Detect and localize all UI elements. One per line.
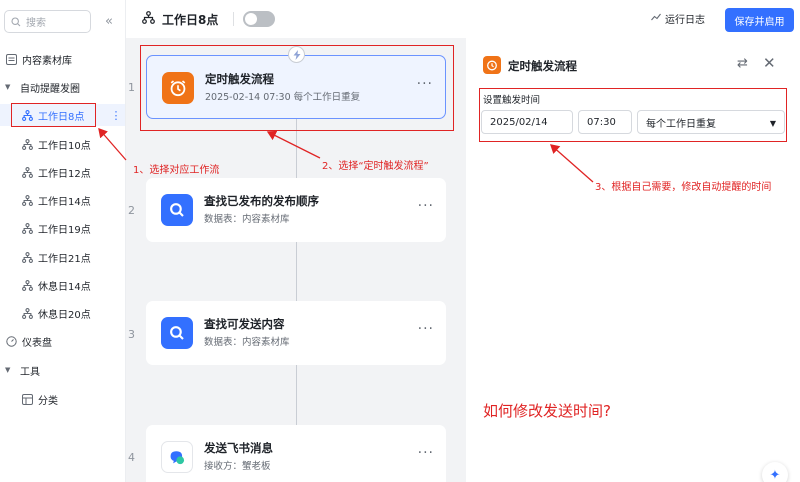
workflow-icon — [21, 222, 33, 234]
sidebar-item-label: 休息日20点 — [38, 309, 91, 321]
step-title: 查找已发布的发布顺序 — [204, 194, 319, 208]
time-field[interactable]: 07:30 — [578, 110, 632, 134]
swap-icon[interactable]: ⇄ — [737, 56, 748, 71]
chevron-down-icon: ▼ — [769, 119, 776, 128]
sidebar-item-dashboard[interactable]: 仪表盘 — [0, 330, 125, 352]
sidebar-item-flow[interactable]: 工作日19点 — [0, 217, 125, 239]
connector-line — [296, 118, 297, 478]
enable-toggle[interactable] — [243, 11, 275, 27]
dashboard-icon — [5, 335, 17, 347]
date-field[interactable]: 2025/02/14 — [481, 110, 573, 134]
workflow-step-card[interactable]: 查找可发送内容 数据表：内容素材库 ··· — [146, 301, 446, 365]
sidebar-item-label: 分类 — [38, 395, 58, 407]
step-number: 4 — [128, 451, 135, 464]
workflow-icon — [21, 194, 33, 206]
sidebar-group-tools[interactable]: ▼ 工具 — [0, 359, 125, 381]
sidebar-item-flow[interactable]: 工作日14点 — [0, 189, 125, 211]
search-icon — [161, 317, 193, 349]
search-icon — [161, 194, 193, 226]
sidebar-item-label: 休息日14点 — [38, 281, 91, 293]
repeat-select[interactable]: 每个工作日重复 ▼ — [637, 110, 785, 134]
highlight-box-active-flow — [11, 103, 96, 127]
workflow-icon — [21, 307, 33, 319]
header: 工作日8点 运行日志 保存并启用 — [126, 0, 800, 38]
step-subtitle: 接收方：蟹老板 — [204, 461, 271, 472]
time-value: 07:30 — [587, 116, 616, 128]
sidebar-item-flow[interactable]: 工作日10点 — [0, 133, 125, 155]
annotation-step1: 1、选择对应工作流 — [133, 165, 220, 176]
caret-down-icon: ▼ — [5, 366, 11, 374]
feishu-message-icon — [161, 441, 193, 473]
sidebar-item-label: 工作日10点 — [38, 140, 91, 152]
step-number: 3 — [128, 328, 135, 341]
sidebar-item-flow[interactable]: 休息日14点 — [0, 274, 125, 296]
sidebar: 搜索 « 内容素材库 ▼ 自动提醒发圈 工作日8点 工作日10点 工作日12点 工作日… — [0, 0, 126, 482]
divider — [233, 12, 234, 26]
annotation-question: 如何修改发送时间? — [483, 402, 611, 420]
ai-assistant-icon[interactable]: ✦ — [762, 462, 788, 482]
repeat-value: 每个工作日重复 — [646, 118, 716, 130]
page-title: 工作日8点 — [162, 13, 219, 27]
table-icon — [5, 53, 17, 65]
sidebar-item-label: 内容素材库 — [22, 55, 72, 67]
workflow-icon — [21, 251, 33, 263]
annotation-step2: 2、选择“定时触发流程” — [322, 161, 429, 172]
annotation-step3: 3、根据自己需要，修改自动提醒的时间 — [595, 182, 772, 193]
sidebar-group-auto-reminder[interactable]: ▼ 自动提醒发圈 — [0, 76, 125, 98]
more-options-icon[interactable]: ··· — [418, 445, 434, 461]
search-input[interactable]: 搜索 — [4, 10, 91, 33]
sidebar-item-label: 工作日19点 — [38, 224, 91, 236]
workflow-step-card[interactable]: 发送飞书消息 接收方：蟹老板 ··· — [146, 425, 446, 482]
close-icon[interactable]: ✕ — [763, 54, 776, 72]
step-title: 查找可发送内容 — [204, 317, 285, 331]
sidebar-item-label: 工作日12点 — [38, 168, 91, 180]
workflow-canvas: 1 定时触发流程 2025-02-14 07:30 每个工作日重复 ··· 2 查找已发布… — [126, 38, 466, 482]
sidebar-item-flow[interactable]: 工作日12点 — [0, 161, 125, 183]
lightning-icon — [288, 46, 305, 63]
search-placeholder: 搜索 — [26, 18, 46, 29]
step-subtitle: 数据表：内容素材库 — [204, 214, 290, 225]
workflow-icon — [21, 138, 33, 150]
sidebar-item-flow[interactable]: 工作日21点 — [0, 246, 125, 268]
workflow-step-card[interactable]: 查找已发布的发布顺序 数据表：内容素材库 ··· — [146, 178, 446, 242]
more-options-icon[interactable]: ··· — [418, 321, 434, 337]
save-and-enable-button[interactable]: 保存并启用 — [725, 8, 794, 32]
sidebar-item-flow[interactable]: 休息日20点 — [0, 302, 125, 324]
sidebar-group-label: 工具 — [20, 366, 40, 378]
sidebar-item-content-library[interactable]: 内容素材库 — [0, 48, 125, 70]
workflow-icon — [21, 166, 33, 178]
workflow-icon — [142, 11, 155, 27]
step-title: 发送飞书消息 — [204, 441, 273, 455]
table-icon — [21, 393, 33, 405]
collapse-sidebar-icon[interactable]: « — [101, 12, 117, 30]
workflow-icon — [21, 279, 33, 291]
date-value: 2025/02/14 — [490, 116, 548, 128]
run-log-label: 运行日志 — [665, 15, 705, 26]
trend-icon — [651, 13, 661, 24]
step-subtitle: 数据表：内容素材库 — [204, 337, 290, 348]
run-log-button[interactable]: 运行日志 — [651, 11, 705, 26]
search-icon — [11, 16, 21, 26]
sidebar-item-label: 工作日21点 — [38, 253, 91, 265]
sidebar-item-label: 工作日14点 — [38, 196, 91, 208]
more-options-icon[interactable]: ⋮ — [110, 104, 122, 126]
sidebar-group-label: 自动提醒发圈 — [20, 83, 80, 95]
trigger-time-label: 设置触发时间 — [483, 95, 541, 106]
caret-down-icon: ▼ — [5, 83, 11, 91]
alarm-clock-icon — [483, 56, 501, 74]
trigger-settings-panel: 定时触发流程 ⇄ ✕ 设置触发时间 2025/02/14 07:30 每个工作日… — [467, 38, 800, 482]
step-number: 1 — [128, 81, 135, 94]
panel-title: 定时触发流程 — [508, 59, 577, 73]
more-options-icon[interactable]: ··· — [418, 198, 434, 214]
sidebar-item-category[interactable]: 分类 — [0, 388, 125, 410]
sidebar-item-label: 仪表盘 — [22, 337, 52, 349]
step-number: 2 — [128, 204, 135, 217]
